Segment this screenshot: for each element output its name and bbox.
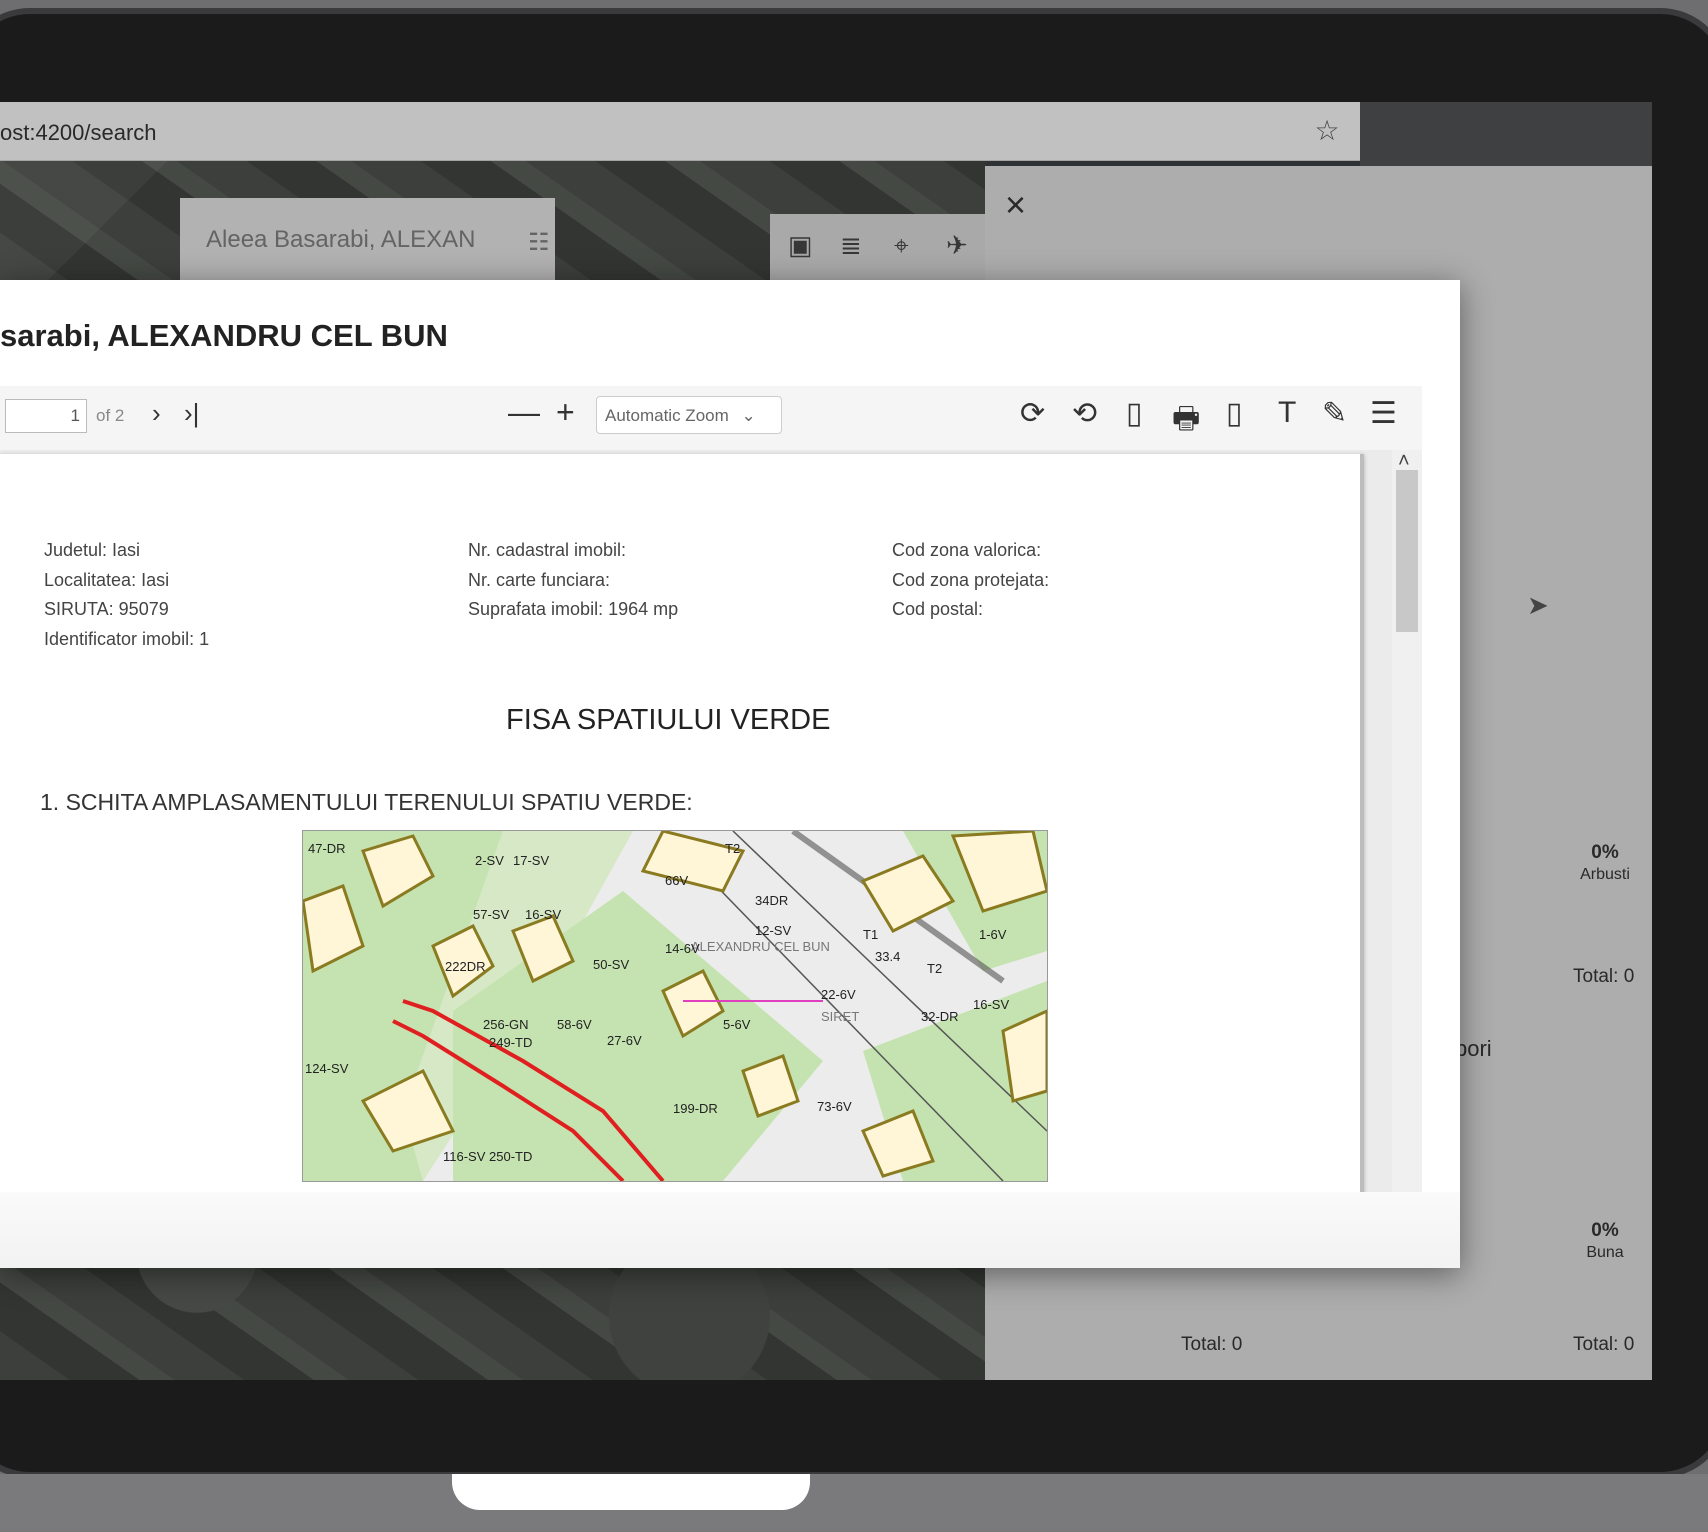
zoom-out-icon[interactable]: —	[508, 394, 540, 431]
document-properties-icon[interactable]: ▯	[1126, 396, 1143, 431]
info-column-1: Judetul: Iasi Localitatea: Iasi SIRUTA: …	[44, 536, 209, 654]
plan-label: 50-SV	[593, 957, 630, 972]
print-icon[interactable]: 🖶	[1172, 396, 1200, 447]
plan-label: 16-SV	[525, 907, 562, 922]
plan-label: 256-GN	[483, 1017, 529, 1032]
plan-label: 33.4	[875, 949, 901, 964]
cadastral-plan-image: 47-DR 2-SV 17-SV T2 66V 34DR 57-SV 16-SV…	[302, 830, 1048, 1182]
scrollbar-thumb[interactable]	[1396, 470, 1418, 632]
plan-label: 17-SV	[513, 853, 550, 868]
zoom-in-icon[interactable]: +	[556, 394, 575, 431]
plan-label: 12-SV	[755, 923, 792, 938]
plan-label: 16-SV	[973, 997, 1010, 1012]
download-icon[interactable]: ▯	[1226, 396, 1243, 431]
plan-label: 222DR	[445, 959, 486, 974]
rotate-ccw-icon[interactable]: ⟲	[1072, 396, 1097, 431]
carte-funciara-line: Nr. carte funciara:	[468, 569, 611, 590]
plan-label: 2-SV	[475, 853, 504, 868]
plan-label: T2	[927, 961, 943, 976]
plan-label: T2	[725, 841, 741, 856]
laptop-base	[0, 1474, 1708, 1532]
info-column-3: Cod zona valorica: Cod zona protejata: C…	[892, 536, 1049, 625]
plan-label: 27-6V	[607, 1033, 642, 1048]
modal-footer	[0, 1192, 1460, 1268]
plan-label: 57-SV	[473, 907, 510, 922]
cod-postal-line: Cod postal:	[892, 599, 984, 619]
localitate-line: Localitatea: Iasi	[44, 569, 170, 590]
plan-label: 116-SV 250-TD	[443, 1149, 533, 1164]
text-tool-icon[interactable]: T	[1278, 396, 1296, 430]
draw-tool-icon[interactable]: ✎	[1322, 396, 1347, 431]
judet-line: Judetul: Iasi	[44, 540, 141, 560]
screen: ost:4200/search ☆ ◙ Aleea Basarabi, ALEX…	[0, 102, 1652, 1380]
zona-protejata-line: Cod zona protejata:	[892, 569, 1050, 590]
pdf-viewport[interactable]: Judetul: Iasi Localitatea: Iasi SIRUTA: …	[0, 450, 1422, 1192]
plan-label: SIRET	[821, 1009, 860, 1024]
chevron-down-icon: ⌄	[741, 406, 756, 425]
section-heading: 1. SCHITA AMPLASAMENTULUI TERENULUI SPAT…	[40, 789, 693, 815]
pdf-page: Judetul: Iasi Localitatea: Iasi SIRUTA: …	[0, 454, 1364, 1192]
laptop-notch	[452, 1474, 810, 1510]
identificator-line: Identificator imobil: 1	[44, 628, 210, 649]
plan-label: 58-6V	[557, 1017, 592, 1032]
rotate-cw-icon[interactable]: ⟳	[1020, 396, 1045, 431]
last-page-icon[interactable]: ›|	[184, 398, 199, 429]
plan-label: 47-DR	[308, 841, 346, 856]
plan-label: T1	[863, 927, 879, 942]
cadastral-line: Nr. cadastral imobil:	[468, 540, 627, 560]
plan-label: 34DR	[755, 893, 789, 908]
zoom-value: Automatic Zoom	[605, 406, 729, 425]
plan-label: 5-6V	[723, 1017, 751, 1032]
pdf-modal: sarabi, ALEXANDRU CEL BUN 1 of 2 › ›| — …	[0, 280, 1460, 1268]
pdf-toolbar: 1 of 2 › ›| — + Automatic Zoom ⌄ ⟳ ⟲ ▯ 🖶…	[0, 386, 1422, 451]
plan-label: 73-6V	[817, 1099, 852, 1114]
zona-valorica-line: Cod zona valorica:	[892, 540, 1042, 560]
plan-label: 14-6V	[665, 941, 700, 956]
page-number-input[interactable]: 1	[5, 399, 87, 433]
plan-label: 32-DR	[921, 1009, 959, 1024]
zoom-select[interactable]: Automatic Zoom ⌄	[596, 396, 782, 434]
siruta-line: SIRUTA: 95079	[44, 599, 169, 619]
info-column-2: Nr. cadastral imobil: Nr. carte funciara…	[468, 536, 678, 625]
plan-label: 1-6V	[979, 927, 1007, 942]
modal-title: sarabi, ALEXANDRU CEL BUN	[0, 318, 448, 353]
plan-label: 22-6V	[821, 987, 856, 1002]
menu-icon[interactable]: ☰	[1370, 396, 1397, 431]
plan-label: 249-TD	[489, 1035, 533, 1050]
plan-label-street: ALEXANDRU CEL BUN	[691, 939, 830, 954]
plan-label: 124-SV	[305, 1061, 349, 1076]
document-heading: FISA SPATIULUI VERDE	[506, 704, 831, 736]
page-count: of 2	[96, 406, 125, 425]
pdf-scrollbar[interactable]: ˄	[1392, 450, 1422, 1192]
plan-label: 66V	[665, 873, 689, 888]
next-page-icon[interactable]: ›	[152, 398, 161, 429]
suprafata-line: Suprafata imobil: 1964 mp	[468, 599, 679, 619]
plan-label: 199-DR	[673, 1101, 718, 1116]
